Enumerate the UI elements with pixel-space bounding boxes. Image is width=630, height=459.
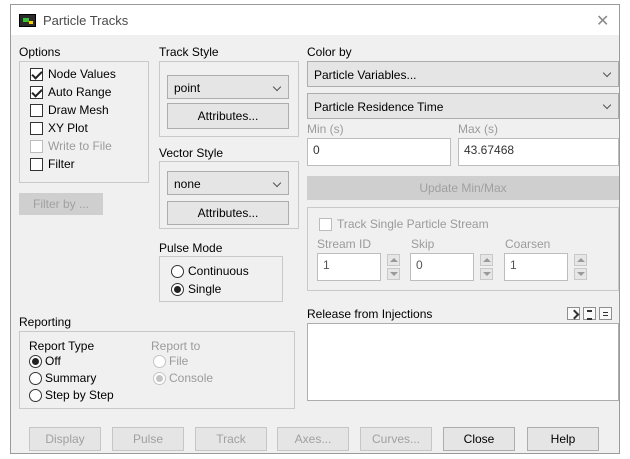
track-style-heading: Track Style bbox=[159, 45, 219, 59]
xy-plot-checkbox[interactable] bbox=[30, 122, 43, 135]
report-step-by-step-radio[interactable] bbox=[29, 389, 42, 402]
spin-down-icon[interactable] bbox=[387, 268, 400, 280]
color-by-variable-dropdown[interactable]: Particle Residence Time bbox=[307, 93, 619, 119]
report-off-label: Off bbox=[45, 354, 61, 368]
display-button[interactable]: Display bbox=[29, 427, 101, 451]
filter-checkbox[interactable] bbox=[30, 158, 43, 171]
pulse-button[interactable]: Pulse bbox=[112, 427, 184, 451]
color-by-heading: Color by bbox=[307, 45, 352, 59]
xy-plot-label: XY Plot bbox=[48, 121, 88, 135]
filter-by-button[interactable]: Filter by ... bbox=[19, 193, 103, 215]
report-to-file-radio[interactable] bbox=[153, 355, 166, 368]
report-to-console-radio[interactable] bbox=[153, 372, 166, 385]
max-field[interactable]: 43.67468 bbox=[458, 138, 619, 166]
title-bar: Particle Tracks ✕ bbox=[11, 5, 619, 35]
track-attributes-button[interactable]: Attributes... bbox=[167, 103, 289, 129]
chevron-down-icon bbox=[602, 68, 612, 78]
deselect-all-icon[interactable] bbox=[599, 307, 612, 320]
release-from-injections-heading: Release from Injections bbox=[307, 307, 433, 321]
spin-up-icon[interactable] bbox=[387, 254, 400, 266]
report-summary-radio[interactable] bbox=[29, 372, 42, 385]
min-field[interactable]: 0 bbox=[307, 138, 451, 166]
skip-label: Skip bbox=[411, 237, 435, 251]
spin-down-icon[interactable] bbox=[480, 268, 493, 280]
report-to-console-label: Console bbox=[169, 371, 214, 385]
list-icon[interactable] bbox=[583, 307, 596, 320]
report-step-by-step-label: Step by Step bbox=[45, 388, 114, 402]
track-single-stream-label: Track Single Particle Stream bbox=[337, 217, 489, 231]
auto-range-label: Auto Range bbox=[48, 85, 112, 99]
single-label: Single bbox=[188, 282, 222, 296]
color-by-variable-value: Particle Residence Time bbox=[314, 100, 444, 114]
chevron-down-icon bbox=[602, 100, 612, 110]
coarsen-label: Coarsen bbox=[505, 237, 551, 251]
track-style-dropdown[interactable]: point bbox=[167, 75, 289, 99]
button-bar: Display Pulse Track Axes... Curves... Cl… bbox=[11, 423, 619, 453]
options-heading: Options bbox=[19, 45, 61, 59]
color-by-category-dropdown[interactable]: Particle Variables... bbox=[307, 61, 619, 87]
single-radio[interactable] bbox=[171, 283, 184, 296]
continuous-label: Continuous bbox=[188, 264, 249, 278]
curves-button[interactable]: Curves... bbox=[360, 427, 432, 451]
coarsen-spinner[interactable] bbox=[574, 254, 587, 280]
stream-id-label: Stream ID bbox=[317, 237, 372, 251]
max-label: Max (s) bbox=[458, 122, 498, 136]
continuous-radio[interactable] bbox=[171, 265, 184, 278]
draw-mesh-label: Draw Mesh bbox=[48, 103, 109, 117]
particle-tracks-dialog: Particle Tracks ✕ Options Node Values Au… bbox=[10, 4, 620, 454]
skip-field[interactable]: 0 bbox=[410, 253, 474, 281]
window-title: Particle Tracks bbox=[43, 13, 129, 28]
chevron-down-icon bbox=[272, 82, 282, 92]
min-label: Min (s) bbox=[307, 122, 344, 136]
spin-up-icon[interactable] bbox=[480, 254, 493, 266]
report-to-file-label: File bbox=[169, 354, 189, 368]
app-icon bbox=[19, 14, 36, 27]
skip-spinner[interactable] bbox=[480, 254, 493, 280]
report-off-radio[interactable] bbox=[29, 355, 42, 368]
close-button[interactable]: Close bbox=[443, 427, 515, 451]
filter-label: Filter bbox=[48, 157, 75, 171]
node-values-checkbox[interactable] bbox=[30, 68, 43, 81]
update-min-max-button[interactable]: Update Min/Max bbox=[307, 176, 619, 200]
injections-list[interactable] bbox=[307, 323, 619, 401]
stream-id-spinner[interactable] bbox=[387, 254, 400, 280]
reporting-heading: Reporting bbox=[19, 315, 72, 329]
color-by-category-value: Particle Variables... bbox=[314, 68, 417, 82]
draw-mesh-checkbox[interactable] bbox=[30, 104, 43, 117]
select-all-icon[interactable] bbox=[567, 307, 580, 320]
track-single-stream-checkbox[interactable] bbox=[319, 218, 332, 231]
close-window-icon[interactable]: ✕ bbox=[596, 11, 609, 31]
vector-attributes-button[interactable]: Attributes... bbox=[167, 201, 289, 225]
coarsen-field[interactable]: 1 bbox=[504, 253, 568, 281]
track-style-value: point bbox=[174, 81, 201, 95]
write-to-file-checkbox[interactable] bbox=[30, 140, 43, 153]
chevron-down-icon bbox=[272, 178, 282, 188]
write-to-file-label: Write to File bbox=[48, 139, 112, 153]
report-to-label: Report to bbox=[151, 339, 201, 353]
report-type-label: Report Type bbox=[29, 339, 95, 353]
help-button[interactable]: Help bbox=[527, 427, 599, 451]
vector-style-heading: Vector Style bbox=[159, 146, 224, 160]
spin-up-icon[interactable] bbox=[574, 254, 587, 266]
auto-range-checkbox[interactable] bbox=[30, 86, 43, 99]
axes-button[interactable]: Axes... bbox=[277, 427, 349, 451]
vector-style-dropdown[interactable]: none bbox=[167, 171, 289, 195]
vector-style-value: none bbox=[174, 177, 201, 191]
stream-id-field[interactable]: 1 bbox=[317, 253, 381, 281]
pulse-mode-heading: Pulse Mode bbox=[159, 241, 223, 255]
track-button[interactable]: Track bbox=[195, 427, 267, 451]
node-values-label: Node Values bbox=[48, 67, 116, 81]
report-summary-label: Summary bbox=[45, 371, 97, 385]
spin-down-icon[interactable] bbox=[574, 268, 587, 280]
